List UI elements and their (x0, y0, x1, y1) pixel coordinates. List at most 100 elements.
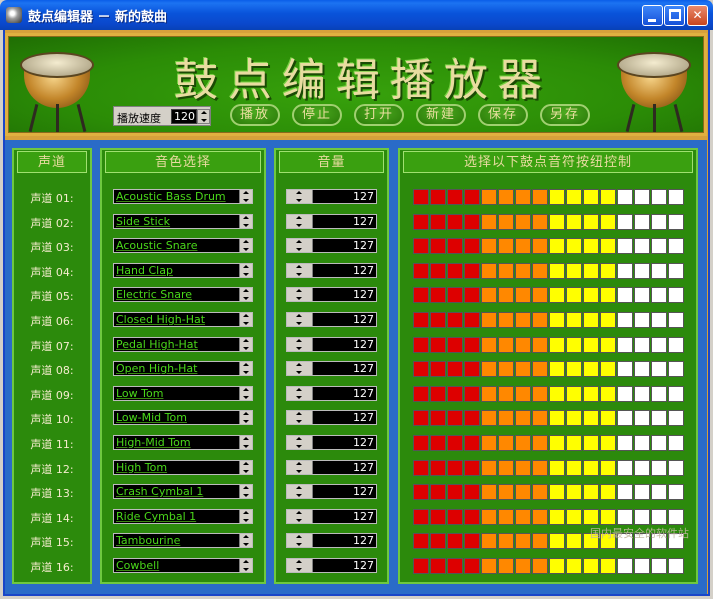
beat-cell[interactable] (634, 386, 650, 402)
beat-cell[interactable] (651, 189, 667, 205)
beat-cell[interactable] (566, 189, 582, 205)
beat-cell[interactable] (498, 189, 514, 205)
beat-cell[interactable] (549, 238, 565, 254)
beat-cell[interactable] (447, 189, 463, 205)
beat-cell[interactable] (634, 214, 650, 230)
beat-cell[interactable] (583, 410, 599, 426)
beat-cell[interactable] (430, 558, 446, 574)
beat-cell[interactable] (566, 361, 582, 377)
beat-cell[interactable] (668, 460, 684, 476)
beat-cell[interactable] (464, 558, 480, 574)
beat-cell[interactable] (481, 533, 497, 549)
volume-spinner[interactable] (287, 436, 313, 449)
beat-cell[interactable] (430, 337, 446, 353)
volume-spinner[interactable] (287, 313, 313, 326)
volume-spinner[interactable] (287, 461, 313, 474)
open-button[interactable]: 打开 (354, 104, 404, 126)
beat-cell[interactable] (430, 238, 446, 254)
instrument-select[interactable]: High Tom (113, 460, 253, 475)
beat-cell[interactable] (634, 410, 650, 426)
speed-spinner[interactable] (197, 109, 210, 124)
beat-cell[interactable] (600, 509, 616, 525)
volume-spinner[interactable] (287, 510, 313, 523)
beat-cell[interactable] (464, 287, 480, 303)
beat-cell[interactable] (464, 214, 480, 230)
beat-cell[interactable] (515, 484, 531, 500)
beat-cell[interactable] (447, 386, 463, 402)
beat-cell[interactable] (651, 361, 667, 377)
beat-cell[interactable] (481, 189, 497, 205)
instrument-select[interactable]: Low Tom (113, 386, 253, 401)
beat-cell[interactable] (549, 214, 565, 230)
beat-cell[interactable] (583, 189, 599, 205)
beat-cell[interactable] (430, 410, 446, 426)
beat-cell[interactable] (413, 238, 429, 254)
beat-cell[interactable] (413, 435, 429, 451)
beat-cell[interactable] (668, 337, 684, 353)
beat-cell[interactable] (583, 435, 599, 451)
beat-cell[interactable] (617, 558, 633, 574)
beat-cell[interactable] (532, 189, 548, 205)
beat-cell[interactable] (634, 287, 650, 303)
volume-field[interactable]: 127 (286, 263, 377, 278)
beat-cell[interactable] (651, 263, 667, 279)
instrument-select[interactable]: Open High-Hat (113, 361, 253, 376)
beat-cell[interactable] (532, 509, 548, 525)
beat-cell[interactable] (634, 484, 650, 500)
instrument-spinner[interactable] (239, 362, 252, 375)
beat-cell[interactable] (515, 287, 531, 303)
beat-cell[interactable] (617, 312, 633, 328)
beat-cell[interactable] (447, 558, 463, 574)
beat-cell[interactable] (668, 484, 684, 500)
beat-cell[interactable] (413, 484, 429, 500)
beat-cell[interactable] (600, 214, 616, 230)
beat-cell[interactable] (498, 361, 514, 377)
beat-cell[interactable] (532, 214, 548, 230)
beat-cell[interactable] (583, 238, 599, 254)
beat-cell[interactable] (600, 484, 616, 500)
beat-cell[interactable] (634, 435, 650, 451)
beat-cell[interactable] (600, 460, 616, 476)
beat-cell[interactable] (617, 238, 633, 254)
beat-cell[interactable] (583, 263, 599, 279)
save-button[interactable]: 保存 (478, 104, 528, 126)
beat-cell[interactable] (464, 509, 480, 525)
beat-cell[interactable] (413, 189, 429, 205)
beat-cell[interactable] (651, 214, 667, 230)
beat-cell[interactable] (634, 312, 650, 328)
beat-cell[interactable] (498, 263, 514, 279)
instrument-select[interactable]: Ride Cymbal 1 (113, 509, 253, 524)
beat-cell[interactable] (634, 238, 650, 254)
beat-cell[interactable] (634, 263, 650, 279)
beat-cell[interactable] (651, 238, 667, 254)
beat-cell[interactable] (566, 337, 582, 353)
beat-cell[interactable] (481, 386, 497, 402)
instrument-select[interactable]: Crash Cymbal 1 (113, 484, 253, 499)
volume-spinner[interactable] (287, 239, 313, 252)
beat-cell[interactable] (634, 361, 650, 377)
volume-field[interactable]: 127 (286, 214, 377, 229)
beat-cell[interactable] (600, 337, 616, 353)
beat-cell[interactable] (498, 238, 514, 254)
beat-cell[interactable] (413, 509, 429, 525)
beat-cell[interactable] (464, 238, 480, 254)
beat-cell[interactable] (634, 189, 650, 205)
beat-cell[interactable] (515, 410, 531, 426)
instrument-select[interactable]: High-Mid Tom (113, 435, 253, 450)
beat-cell[interactable] (464, 361, 480, 377)
beat-cell[interactable] (532, 287, 548, 303)
beat-cell[interactable] (566, 214, 582, 230)
beat-cell[interactable] (549, 312, 565, 328)
beat-cell[interactable] (447, 287, 463, 303)
beat-cell[interactable] (464, 312, 480, 328)
beat-cell[interactable] (481, 460, 497, 476)
title-bar[interactable]: 鼓点编辑器 － 新的鼓曲 ✕ (0, 0, 713, 30)
speed-input[interactable]: 120 (171, 109, 197, 124)
beat-cell[interactable] (481, 558, 497, 574)
beat-cell[interactable] (413, 214, 429, 230)
instrument-spinner[interactable] (239, 559, 252, 572)
instrument-spinner[interactable] (239, 239, 252, 252)
beat-cell[interactable] (549, 263, 565, 279)
beat-cell[interactable] (413, 460, 429, 476)
beat-cell[interactable] (464, 484, 480, 500)
